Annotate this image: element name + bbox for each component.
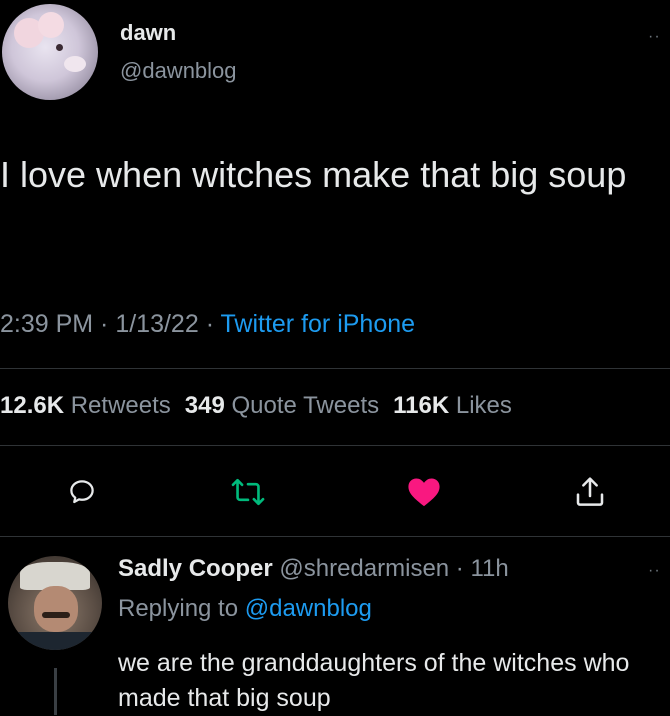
thread-line	[54, 668, 57, 715]
reply-author-name[interactable]: Sadly Cooper	[118, 555, 273, 582]
quotes-count: 349	[184, 392, 225, 419]
heart-icon	[408, 478, 440, 507]
reply-age[interactable]: 11h	[470, 555, 508, 582]
tweet-meta: 2:39 PM · 1/13/22 · Twitter for iPhone	[0, 310, 415, 339]
tweet-source-link[interactable]: Twitter for iPhone	[221, 310, 416, 338]
quote-tweets-stat[interactable]: 349 Quote Tweets	[185, 392, 379, 419]
replying-prefix: Replying to	[118, 595, 245, 622]
comment-icon	[70, 480, 94, 504]
avatar-mustache	[42, 612, 70, 618]
tweet-stats: 12.6K Retweets 349 Quote Tweets 116K Likes	[0, 392, 512, 420]
retweets-label: Retweets	[70, 392, 171, 419]
like-button[interactable]	[402, 470, 446, 514]
avatar-coat	[18, 632, 94, 650]
reply-author-handle[interactable]: @shredarmisen	[279, 555, 449, 582]
retweet-button[interactable]	[226, 470, 270, 514]
tweet-time[interactable]: 2:39 PM	[0, 310, 93, 338]
avatar-face	[34, 586, 78, 632]
share-button[interactable]	[568, 470, 612, 514]
author-handle[interactable]: @dawnblog	[120, 58, 237, 84]
author-name[interactable]: dawn	[120, 20, 176, 46]
likes-label: Likes	[455, 392, 512, 419]
share-icon	[576, 477, 604, 506]
reply-button[interactable]	[60, 470, 104, 514]
avatar-ear	[38, 12, 64, 38]
tweet-date[interactable]: 1/13/22	[115, 310, 198, 338]
divider	[0, 536, 670, 537]
likes-count: 116K	[393, 392, 450, 419]
author-avatar[interactable]	[2, 4, 98, 100]
replying-to: Replying to @dawnblog	[118, 595, 372, 623]
separator: ·	[198, 310, 221, 338]
more-options-icon[interactable]: ··	[648, 28, 661, 46]
avatar-snout	[64, 56, 86, 72]
separator: ·	[449, 555, 471, 582]
tweet-text: I love when witches make that big soup	[0, 154, 627, 195]
retweets-stat[interactable]: 12.6K Retweets	[0, 392, 171, 419]
likes-stat[interactable]: 116K Likes	[393, 392, 512, 419]
divider	[0, 445, 670, 446]
retweets-count: 12.6K	[0, 392, 65, 419]
reply-more-options-icon[interactable]: ··	[648, 562, 661, 580]
reply-author-avatar[interactable]	[8, 556, 102, 650]
reply-text: we are the granddaughters of the witches…	[118, 649, 630, 712]
reply-header: Sadly Cooper @shredarmisen · 11h	[118, 555, 509, 583]
retweet-icon	[231, 478, 265, 506]
quotes-label: Quote Tweets	[231, 392, 380, 419]
separator: ·	[93, 310, 116, 338]
avatar-eye	[56, 44, 63, 51]
replying-mention[interactable]: @dawnblog	[245, 595, 372, 622]
divider	[0, 368, 670, 369]
